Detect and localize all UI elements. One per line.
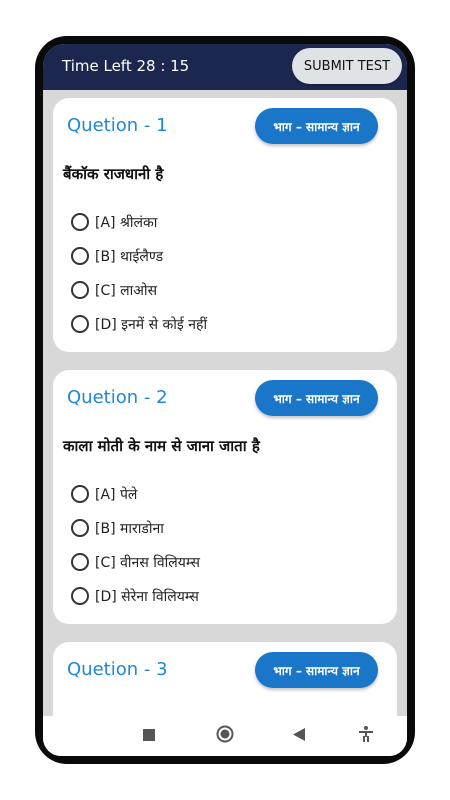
top-bar: Time Left 28 : 15 SUBMIT TEST (43, 44, 407, 90)
question-card-2: Quetion - 2 भाग – सामान्य ज्ञान काला मोत… (53, 370, 397, 624)
question-text: बैंकॉक राजधानी है (63, 165, 164, 183)
question-text: काला मोती के नाम से जाना जाता है (63, 437, 260, 455)
radio-icon[interactable] (71, 553, 89, 571)
back-triangle-icon[interactable] (293, 727, 305, 745)
question-title: Quetion - 3 (67, 659, 168, 680)
time-left: Time Left 28 : 15 (62, 57, 190, 75)
option-d[interactable]: [D] इनमें से कोई नहीं (71, 313, 207, 335)
question-title: Quetion - 1 (67, 115, 168, 136)
system-nav-bar (43, 716, 407, 756)
option-label: [A] पेले (95, 486, 138, 503)
question-title: Quetion - 2 (67, 387, 168, 408)
option-label: [B] थाईलैण्ड (95, 248, 164, 265)
radio-icon[interactable] (71, 315, 89, 333)
category-badge: भाग – सामान्य ज्ञान (255, 652, 378, 688)
radio-icon[interactable] (71, 519, 89, 537)
option-c[interactable]: [C] लाओस (71, 279, 157, 301)
radio-icon[interactable] (71, 247, 89, 265)
square-icon[interactable] (143, 727, 155, 745)
option-label: [D] सेरेना विलियम्स (95, 588, 199, 605)
option-label: [A] श्रीलंका (95, 214, 158, 231)
accessibility-icon[interactable] (359, 726, 373, 746)
option-label: [B] माराडोना (95, 520, 164, 537)
option-b[interactable]: [B] थाईलैण्ड (71, 245, 163, 267)
category-badge: भाग – सामान्य ज्ञान (255, 380, 378, 416)
question-card-1: Quetion - 1 भाग – सामान्य ज्ञान बैंकॉक र… (53, 98, 397, 352)
option-label: [C] वीनस विलियम्स (95, 554, 200, 571)
circle-icon[interactable] (216, 725, 234, 747)
radio-icon[interactable] (71, 281, 89, 299)
category-badge: भाग – सामान्य ज्ञान (255, 108, 378, 144)
radio-icon[interactable] (71, 213, 89, 231)
app-screen: Time Left 28 : 15 SUBMIT TEST Quetion - … (43, 44, 407, 756)
option-a[interactable]: [A] श्रीलंका (71, 211, 157, 233)
option-d[interactable]: [D] सेरेना विलियम्स (71, 585, 199, 607)
option-b[interactable]: [B] माराडोना (71, 517, 164, 539)
option-label: [D] इनमें से कोई नहीं (95, 316, 208, 333)
radio-icon[interactable] (71, 587, 89, 605)
option-c[interactable]: [C] वीनस विलियम्स (71, 551, 200, 573)
option-label: [C] लाओस (95, 282, 158, 299)
radio-icon[interactable] (71, 485, 89, 503)
submit-test-button[interactable]: SUBMIT TEST (292, 48, 402, 84)
option-a[interactable]: [A] पेले (71, 483, 137, 505)
